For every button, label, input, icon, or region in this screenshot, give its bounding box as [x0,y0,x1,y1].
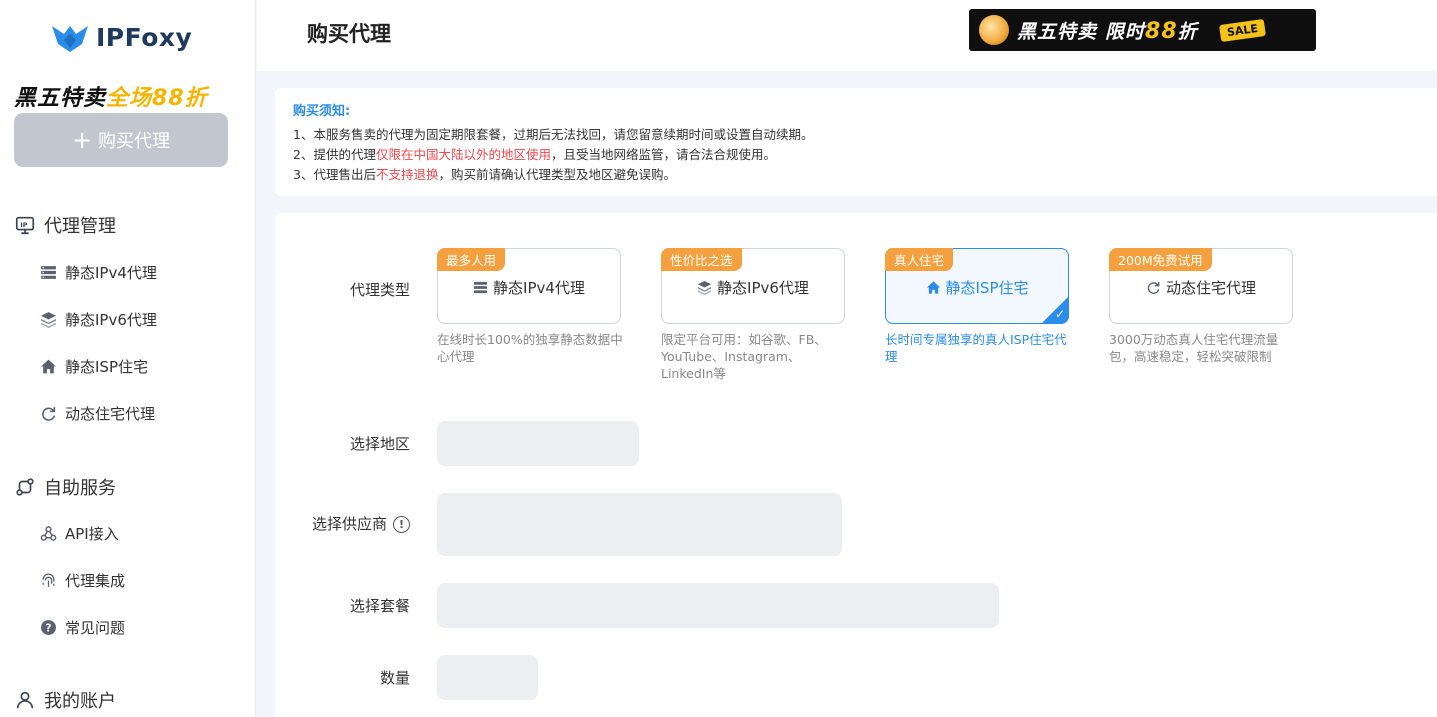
region-label: 选择地区 [349,435,410,453]
nav-group-proxy-management[interactable]: IP 代理管理 [14,212,116,238]
plan-select[interactable] [437,583,999,628]
nav-group-my-account[interactable]: 我的账户 [14,687,116,713]
promo-discount: 全场88折 [106,86,208,111]
info-icon[interactable]: ! [393,516,410,533]
home-icon [40,358,57,375]
coin-icon [979,15,1009,45]
quantity-input[interactable] [437,655,538,700]
sidebar-promo[interactable]: 黑五特卖全场88折 [14,80,208,112]
sidebar-item-label: 静态IPv6代理 [65,311,157,329]
sidebar-item-faq[interactable]: ? 常见问题 [40,617,125,638]
sidebar-item-label: 静态IPv4代理 [65,264,157,282]
provider-select[interactable] [437,493,842,556]
server-icon [40,264,57,281]
type-tag: 最多人用 [437,248,506,271]
api-icon [40,525,57,542]
logo[interactable]: IPFoxy [50,20,192,54]
quantity-label: 数量 [379,669,410,687]
sidebar-item-label: 代理集成 [65,572,126,590]
sidebar-item-static-ipv6[interactable]: 静态IPv6代理 [40,309,157,330]
check-icon: ✓ [1054,307,1065,321]
type-name: 动态住宅代理 [1110,277,1292,298]
plan-label: 选择套餐 [349,597,410,615]
type-description: 限定平台可用：如谷歌、FB、YouTube、Instagram、LinkedIn… [661,332,827,381]
brand-name: IPFoxy [96,22,193,52]
route-icon [14,476,36,498]
type-description: 在线时长100%的独享静态数据中心代理 [437,332,623,364]
type-name: 静态IPv4代理 [438,277,620,298]
question-icon: ? [40,619,57,636]
buy-proxy-label: 购买代理 [98,131,171,152]
svg-text:IP: IP [20,221,27,229]
banner-discount: 限时88折 [1105,18,1198,44]
refresh-icon [1146,280,1161,295]
notice-line-3: 3、代理售出后不支持退换，购买前请确认代理类型及地区避免误购。 [293,167,676,182]
sidebar-item-label: 动态住宅代理 [65,405,156,423]
proxy-type-static-ipv6[interactable]: 性价比之选 静态IPv6代理 [661,248,845,324]
sidebar-item-static-ipv4[interactable]: 静态IPv4代理 [40,262,157,283]
type-tag: 性价比之选 [661,248,742,271]
sidebar-item-proxy-integration[interactable]: 代理集成 [40,570,125,591]
purchase-notice: 购买须知: 1、本服务售卖的代理为固定期限套餐，过期后无法找回，请您留意续期时间… [275,88,1437,196]
black-friday-banner[interactable]: 黑五特卖 限时88折 SALE [969,9,1316,51]
page-title: 购买代理 [307,22,391,46]
nav-group-label: 我的账户 [44,691,116,712]
fingerprint-icon [40,572,57,589]
sidebar-item-static-isp[interactable]: 静态ISP住宅 [40,356,148,377]
sidebar-item-api[interactable]: API接入 [40,523,119,544]
server-icon [473,280,488,295]
sidebar: IPFoxy 黑五特卖全场88折 + 购买代理 IP 代理管理 静态IPv4代理… [0,0,256,717]
sidebar-item-label: 静态ISP住宅 [65,358,148,376]
type-name: 静态IPv6代理 [662,277,844,298]
layers-icon [40,311,57,328]
user-icon [14,689,36,711]
nav-group-label: 代理管理 [44,216,116,237]
banner-text: 黑五特卖 [1017,20,1098,43]
type-name: 静态ISP住宅 [886,277,1068,298]
proxy-type-dynamic-residential[interactable]: 200M免费试用 动态住宅代理 [1109,248,1293,324]
purchase-form: 代理类型 最多人用 静态IPv4代理 在线时长100%的独享静态数据中心代理 性… [275,213,1437,717]
sidebar-item-label: API接入 [65,525,119,543]
sale-badge: SALE [1218,18,1266,42]
type-tag: 200M免费试用 [1109,248,1212,271]
promo-text: 黑五特卖 [14,86,107,111]
svg-text:?: ? [45,622,51,635]
layers-icon [697,280,712,295]
plus-icon: + [71,126,93,154]
notice-line-1: 1、本服务售卖的代理为固定期限套餐，过期后无法找回，请您留意续期时间或设置自动续… [293,127,814,142]
provider-label: 选择供应商! [270,513,410,534]
notice-line-2: 2、提供的代理仅限在中国大陆以外的地区使用，且受当地网络监管，请合法合规使用。 [293,147,776,162]
proxy-type-label: 代理类型 [349,281,410,299]
nav-group-self-service[interactable]: 自助服务 [14,474,116,500]
sidebar-item-dynamic-residential[interactable]: 动态住宅代理 [40,403,155,424]
buy-proxy-button[interactable]: + 购买代理 [14,113,228,167]
type-description: 3000万动态真人住宅代理流量包，高速稳定，轻松突破限制 [1109,332,1279,364]
region-select[interactable] [437,421,639,466]
home-icon [926,280,941,295]
type-description: 长时间专属独享的真人ISP住宅代理 [885,332,1067,364]
notice-title: 购买须知: [293,104,351,119]
refresh-icon [40,405,57,422]
ip-icon: IP [14,214,36,236]
proxy-type-static-isp[interactable]: 真人住宅 静态ISP住宅 ✓ [885,248,1069,324]
nav-group-label: 自助服务 [44,478,116,499]
header: 购买代理 黑五特卖 限时88折 SALE [257,0,1437,71]
proxy-type-static-ipv4[interactable]: 最多人用 静态IPv4代理 [437,248,621,324]
sidebar-item-label: 常见问题 [65,619,126,637]
type-tag: 真人住宅 [885,248,954,271]
fox-logo-icon [52,26,88,52]
